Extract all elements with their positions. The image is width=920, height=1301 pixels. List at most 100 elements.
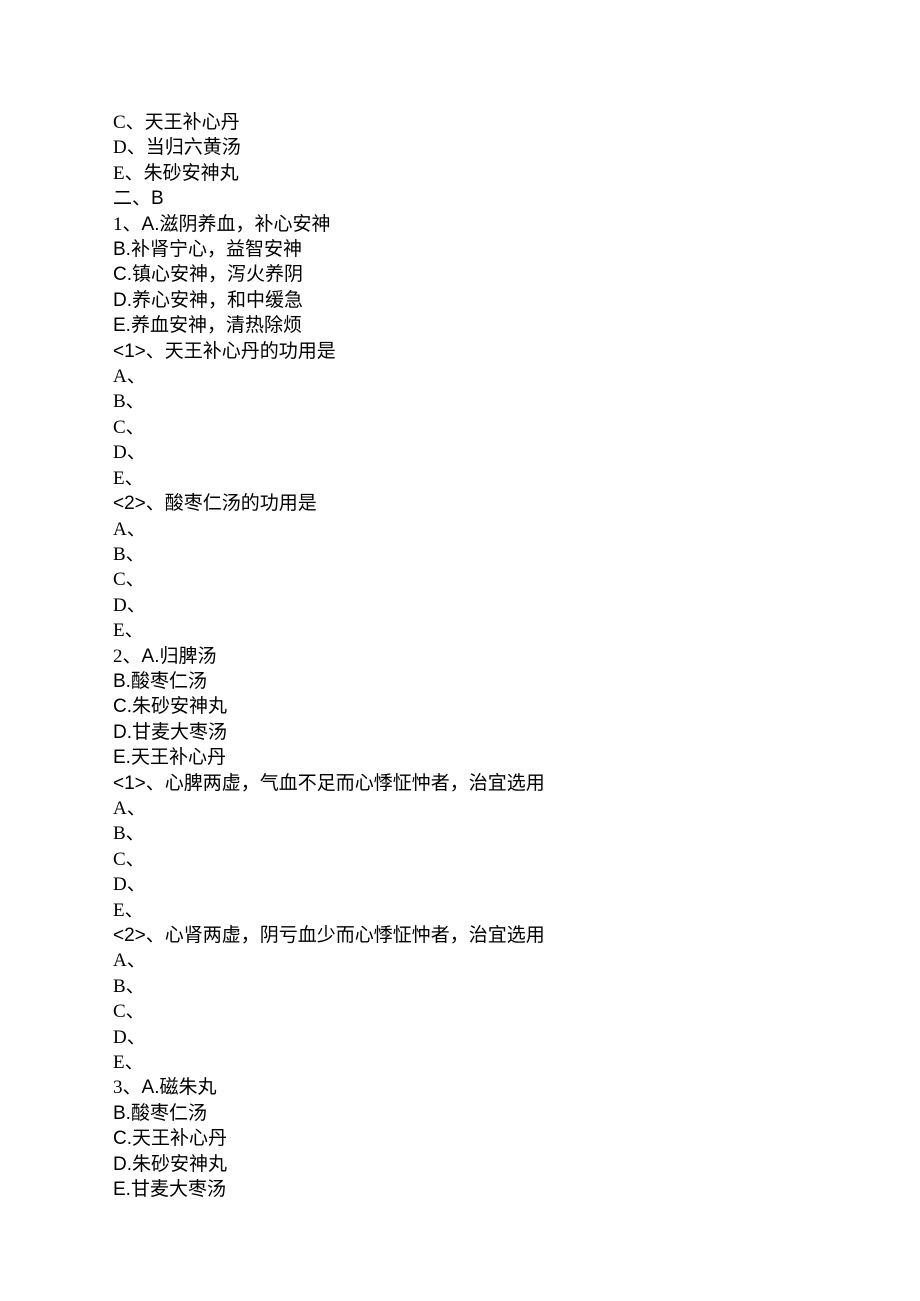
text-line: E、 bbox=[113, 1050, 920, 1075]
text-segment: A. bbox=[142, 1077, 160, 1098]
text-segment: B、 bbox=[113, 823, 145, 844]
text-segment: C、 bbox=[113, 569, 145, 590]
text-segment: A、 bbox=[113, 366, 146, 387]
text-segment: D. bbox=[113, 290, 132, 311]
text-segment: E. bbox=[113, 1179, 131, 1200]
text-segment: <1> bbox=[113, 341, 146, 362]
text-line: D.养心安神，和中缓急 bbox=[113, 288, 920, 313]
text-line: 1、A.滋阴养血，补心安神 bbox=[113, 212, 920, 237]
text-segment: 、心肾两虚，阴亏血少而心悸怔忡者，治宜选用 bbox=[146, 925, 545, 946]
text-line: E、 bbox=[113, 898, 920, 923]
text-line: E、 bbox=[113, 618, 920, 643]
text-line: <2>、心肾两虚，阴亏血少而心悸怔忡者，治宜选用 bbox=[113, 923, 920, 948]
document-page: C、天王补心丹D、当归六黄汤E、朱砂安神丸二、B1、A.滋阴养血，补心安神B.补… bbox=[0, 0, 920, 1202]
text-line: E.天王补心丹 bbox=[113, 745, 920, 770]
text-line: E.养血安神，清热除烦 bbox=[113, 313, 920, 338]
text-segment: 二、 bbox=[113, 188, 151, 209]
text-line: C、天王补心丹 bbox=[113, 110, 920, 135]
text-line: 2、A.归脾汤 bbox=[113, 644, 920, 669]
text-segment: B、 bbox=[113, 544, 145, 565]
text-line: B.补肾宁心，益智安神 bbox=[113, 237, 920, 262]
text-segment: C、 bbox=[113, 417, 145, 438]
text-segment: A、 bbox=[113, 519, 146, 540]
text-segment: <2> bbox=[113, 925, 146, 946]
text-segment: 镇心安神，泻火养阴 bbox=[132, 264, 303, 285]
text-segment: C、 bbox=[113, 849, 145, 870]
text-segment: B、 bbox=[113, 976, 145, 997]
text-segment: <1> bbox=[113, 773, 146, 794]
text-line: D、 bbox=[113, 872, 920, 897]
text-line: A、 bbox=[113, 517, 920, 542]
text-line: D、 bbox=[113, 1025, 920, 1050]
text-segment: C、 bbox=[113, 1001, 145, 1022]
text-segment: 归脾汤 bbox=[159, 646, 216, 667]
text-segment: 朱砂安神丸 bbox=[132, 1154, 227, 1175]
text-line: C.朱砂安神丸 bbox=[113, 694, 920, 719]
text-segment: 、酸枣仁汤的功用是 bbox=[146, 493, 317, 514]
text-segment: 2、 bbox=[113, 646, 142, 667]
text-segment: D、 bbox=[113, 1027, 146, 1048]
text-line: <1>、心脾两虚，气血不足而心悸怔忡者，治宜选用 bbox=[113, 771, 920, 796]
text-segment: 养心安神，和中缓急 bbox=[132, 290, 303, 311]
text-line: B、 bbox=[113, 542, 920, 567]
text-line: E.甘麦大枣汤 bbox=[113, 1177, 920, 1202]
text-segment: B、 bbox=[113, 391, 145, 412]
text-line: 3、A.磁朱丸 bbox=[113, 1075, 920, 1100]
text-segment: 养血安神，清热除烦 bbox=[131, 315, 302, 336]
text-line: A、 bbox=[113, 948, 920, 973]
text-segment: 天王补心丹 bbox=[131, 747, 226, 768]
text-segment: 酸枣仁汤 bbox=[131, 671, 207, 692]
text-segment: D. bbox=[113, 722, 132, 743]
text-segment: C、天王补心丹 bbox=[113, 112, 240, 133]
text-line: E、朱砂安神丸 bbox=[113, 161, 920, 186]
text-line: C、 bbox=[113, 415, 920, 440]
text-segment: E、 bbox=[113, 468, 144, 489]
text-segment: C. bbox=[113, 696, 132, 717]
text-segment: D、当归六黄汤 bbox=[113, 137, 241, 158]
text-line: A、 bbox=[113, 796, 920, 821]
text-segment: A、 bbox=[113, 950, 146, 971]
text-segment: 、天王补心丹的功用是 bbox=[146, 341, 336, 362]
text-segment: 3、 bbox=[113, 1077, 142, 1098]
text-segment: A. bbox=[142, 646, 160, 667]
text-segment: A、 bbox=[113, 798, 146, 819]
text-segment: B. bbox=[113, 239, 131, 260]
text-line: <2>、酸枣仁汤的功用是 bbox=[113, 491, 920, 516]
text-segment: C. bbox=[113, 264, 132, 285]
text-segment: E. bbox=[113, 747, 131, 768]
text-segment: 滋阴养血，补心安神 bbox=[159, 214, 330, 235]
text-segment: D、 bbox=[113, 595, 146, 616]
text-line: B、 bbox=[113, 389, 920, 414]
text-segment: E、 bbox=[113, 1052, 144, 1073]
text-segment: 朱砂安神丸 bbox=[132, 696, 227, 717]
text-line: B、 bbox=[113, 974, 920, 999]
text-line: D、 bbox=[113, 593, 920, 618]
text-line: C、 bbox=[113, 847, 920, 872]
text-segment: 天王补心丹 bbox=[132, 1128, 227, 1149]
text-segment: D、 bbox=[113, 874, 146, 895]
text-segment: 甘麦大枣汤 bbox=[131, 1179, 226, 1200]
text-line: B.酸枣仁汤 bbox=[113, 1101, 920, 1126]
text-segment: 1、 bbox=[113, 214, 142, 235]
text-segment: D. bbox=[113, 1154, 132, 1175]
text-segment: C. bbox=[113, 1128, 132, 1149]
text-segment: E. bbox=[113, 315, 131, 336]
text-segment: 磁朱丸 bbox=[159, 1077, 216, 1098]
text-line: C.天王补心丹 bbox=[113, 1126, 920, 1151]
text-line: <1>、天王补心丹的功用是 bbox=[113, 339, 920, 364]
text-segment: B. bbox=[113, 671, 131, 692]
text-line: D、 bbox=[113, 440, 920, 465]
text-segment: A. bbox=[142, 214, 160, 235]
text-segment: B bbox=[151, 188, 164, 209]
text-line: E、 bbox=[113, 466, 920, 491]
text-line: C.镇心安神，泻火养阴 bbox=[113, 262, 920, 287]
text-segment: E、 bbox=[113, 900, 144, 921]
text-segment: 、心脾两虚，气血不足而心悸怔忡者，治宜选用 bbox=[146, 773, 545, 794]
text-segment: D、 bbox=[113, 442, 146, 463]
text-segment: E、朱砂安神丸 bbox=[113, 163, 239, 184]
text-line: B.酸枣仁汤 bbox=[113, 669, 920, 694]
text-segment: 甘麦大枣汤 bbox=[132, 722, 227, 743]
text-line: A、 bbox=[113, 364, 920, 389]
text-line: D.甘麦大枣汤 bbox=[113, 720, 920, 745]
text-segment: <2> bbox=[113, 493, 146, 514]
